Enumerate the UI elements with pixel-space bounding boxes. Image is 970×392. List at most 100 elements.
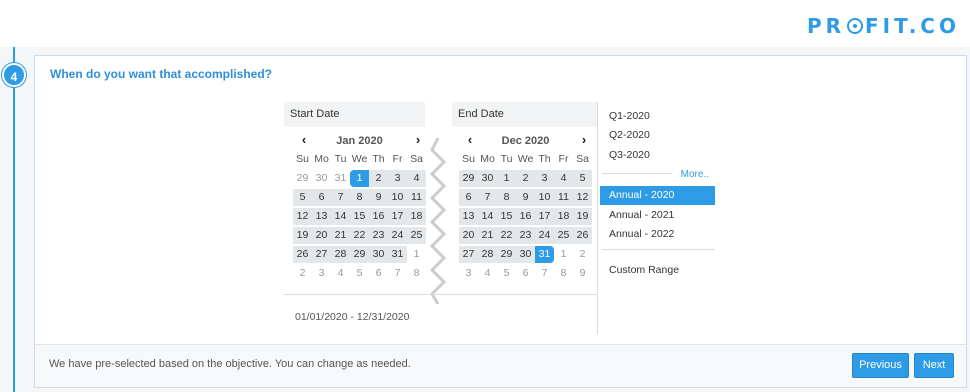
preset-custom-range[interactable]: Custom Range	[600, 261, 715, 280]
calendar-day[interactable]: 19	[573, 208, 592, 225]
calendar-day[interactable]: 17	[535, 208, 554, 225]
calendar-day[interactable]: 28	[478, 246, 497, 263]
calendar-day[interactable]: 10	[535, 189, 554, 206]
calendar-day[interactable]: 3	[312, 265, 331, 282]
preset-q3-2020[interactable]: Q3-2020	[600, 146, 715, 165]
calendar-day[interactable]: 4	[478, 265, 497, 282]
calendar-day[interactable]: 4	[331, 265, 350, 282]
calendar-day[interactable]: 22	[350, 227, 369, 244]
calendar-day[interactable]: 9	[516, 189, 535, 206]
calendar-day[interactable]: 29	[350, 246, 369, 263]
calendar-day[interactable]: 23	[369, 227, 388, 244]
calendar-day[interactable]: 8	[554, 265, 573, 282]
calendar-day[interactable]: 30	[516, 246, 535, 263]
step-timeline	[13, 47, 15, 392]
calendar-day[interactable]: 26	[573, 227, 592, 244]
calendar-day[interactable]: 22	[497, 227, 516, 244]
calendar-day[interactable]: 24	[535, 227, 554, 244]
calendar-day[interactable]: 28	[331, 246, 350, 263]
calendar-day[interactable]: 30	[369, 246, 388, 263]
calendar-day[interactable]: 4	[407, 170, 426, 187]
calendar-day[interactable]: 20	[459, 227, 478, 244]
calendar-day[interactable]: 3	[535, 170, 554, 187]
calendar-day[interactable]: 11	[554, 189, 573, 206]
calendar-day[interactable]: 21	[478, 227, 497, 244]
calendar-day[interactable]: 6	[369, 265, 388, 282]
calendar-day[interactable]: 2	[369, 170, 388, 187]
calendar-day[interactable]: 6	[459, 189, 478, 206]
preset-annual-2021[interactable]: Annual - 2021	[600, 206, 715, 225]
preset-q2-2020[interactable]: Q2-2020	[600, 126, 715, 145]
calendar-day[interactable]: 1	[407, 246, 426, 263]
calendar-day[interactable]: 4	[554, 170, 573, 187]
calendar-day[interactable]: 27	[312, 246, 331, 263]
calendar-day[interactable]: 9	[573, 265, 592, 282]
calendar-day[interactable]: 7	[535, 265, 554, 282]
calendar-day[interactable]: 30	[478, 170, 497, 187]
next-month-button[interactable]: ›	[577, 132, 591, 148]
calendar-day[interactable]: 5	[293, 189, 312, 206]
calendar-day[interactable]: 2	[293, 265, 312, 282]
preset-q1-2020[interactable]: Q1-2020	[600, 107, 715, 126]
profit-co-logo: PR FIT.CO	[806, 14, 960, 38]
calendar-day[interactable]: 16	[516, 208, 535, 225]
calendar-day[interactable]: 9	[369, 189, 388, 206]
calendar-day[interactable]: 31	[388, 246, 407, 263]
calendar-day[interactable]: 25	[407, 227, 426, 244]
calendar-day[interactable]: 13	[459, 208, 478, 225]
calendar-day[interactable]: 5	[497, 265, 516, 282]
calendar-day[interactable]: 18	[407, 208, 426, 225]
calendar-day[interactable]: 1	[497, 170, 516, 187]
calendar-day[interactable]: 13	[312, 208, 331, 225]
next-month-button[interactable]: ›	[411, 132, 425, 148]
calendar-day[interactable]: 29	[497, 246, 516, 263]
calendar-day[interactable]: 7	[331, 189, 350, 206]
calendar-day[interactable]: 5	[573, 170, 592, 187]
calendar-day[interactable]: 7	[388, 265, 407, 282]
calendar-day[interactable]: 8	[350, 189, 369, 206]
calendar-day[interactable]: 29	[459, 170, 478, 187]
calendar-day[interactable]: 24	[388, 227, 407, 244]
calendar-day[interactable]: 8	[497, 189, 516, 206]
calendar-day[interactable]: 25	[554, 227, 573, 244]
calendar-day[interactable]: 3	[388, 170, 407, 187]
calendar-day[interactable]: 12	[573, 189, 592, 206]
calendar-day[interactable]: 11	[407, 189, 426, 206]
preset-annual-2020[interactable]: Annual - 2020	[600, 186, 715, 205]
card-footer: We have pre-selected based on the object…	[35, 344, 966, 387]
calendar-day[interactable]: 20	[312, 227, 331, 244]
calendar-day[interactable]: 14	[331, 208, 350, 225]
calendar-day[interactable]: 12	[293, 208, 312, 225]
more-presets-link[interactable]: More..	[681, 169, 709, 180]
calendar-day[interactable]: 21	[331, 227, 350, 244]
calendar-day[interactable]: 17	[388, 208, 407, 225]
calendar-day[interactable]: 23	[516, 227, 535, 244]
calendar-day[interactable]: 18	[554, 208, 573, 225]
calendar-day[interactable]: 2	[573, 246, 592, 263]
calendar-day[interactable]: 31	[535, 246, 554, 263]
weekday-label: Su	[462, 153, 475, 165]
previous-button[interactable]: Previous	[852, 353, 909, 378]
calendar-day[interactable]: 29	[293, 170, 312, 187]
calendar-day[interactable]: 16	[369, 208, 388, 225]
calendar-day[interactable]: 15	[350, 208, 369, 225]
calendar-day[interactable]: 1	[554, 246, 573, 263]
calendar-day[interactable]: 7	[478, 189, 497, 206]
preset-annual-2022[interactable]: Annual - 2022	[600, 225, 715, 244]
calendar-day[interactable]: 6	[312, 189, 331, 206]
calendar-day[interactable]: 19	[293, 227, 312, 244]
calendar-day[interactable]: 10	[388, 189, 407, 206]
calendar-day[interactable]: 15	[497, 208, 516, 225]
calendar-day[interactable]: 1	[350, 170, 369, 187]
calendar-day[interactable]: 3	[459, 265, 478, 282]
calendar-day[interactable]: 2	[516, 170, 535, 187]
calendar-day[interactable]: 27	[459, 246, 478, 263]
calendar-day[interactable]: 31	[331, 170, 350, 187]
calendar-day[interactable]: 6	[516, 265, 535, 282]
calendar-day[interactable]: 5	[350, 265, 369, 282]
calendar-day[interactable]: 26	[293, 246, 312, 263]
calendar-day[interactable]: 30	[312, 170, 331, 187]
calendar-day[interactable]: 14	[478, 208, 497, 225]
calendar-day[interactable]: 8	[407, 265, 426, 282]
next-button[interactable]: Next	[914, 353, 954, 378]
